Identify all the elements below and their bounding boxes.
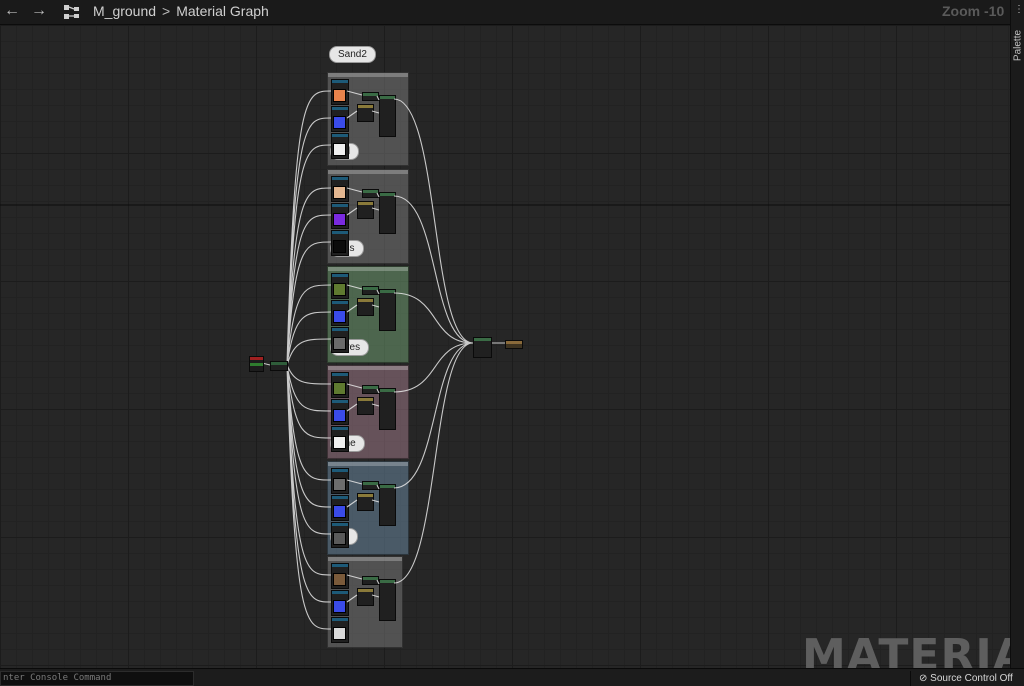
arrow-right-icon: → [31, 2, 47, 19]
wire [261, 90, 505, 630]
blend-node[interactable] [473, 337, 492, 358]
console-input[interactable]: nter Console Command [0, 671, 194, 686]
graph-canvas[interactable]: Sand2 nd ass aves one ck MATERIAL [0, 25, 1010, 668]
graph-toolbar: ← → M_ground > Material Graph Zoom -10 [0, 0, 1024, 25]
graph-icon [64, 5, 79, 19]
forward-button[interactable]: → [29, 2, 49, 20]
material-watermark: MATERIAL [802, 630, 1010, 668]
reroute-node[interactable] [270, 361, 288, 371]
breadcrumb-separator: > [162, 3, 171, 19]
breadcrumb: M_ground > Material Graph [93, 2, 269, 20]
output-node[interactable] [505, 340, 523, 349]
zoom-level: Zoom -10 [942, 3, 1005, 19]
status-bar: nter Console Command ⊘ Source Control Of… [0, 668, 1024, 686]
palette-tab[interactable]: ⋮ Palette [1010, 0, 1024, 668]
menu-icon: ⋮ [1014, 4, 1024, 15]
palette-label: Palette [1012, 29, 1024, 62]
back-button[interactable]: ← [2, 2, 22, 20]
breadcrumb-graph: Material Graph [176, 3, 269, 19]
source-control-label: Source Control Off [930, 673, 1013, 684]
source-control-button[interactable]: ⊘ Source Control Off [910, 671, 1024, 686]
arrow-left-icon: ← [4, 2, 20, 19]
no-entry-icon: ⊘ [919, 673, 928, 684]
parameter-node[interactable] [249, 356, 264, 372]
breadcrumb-asset[interactable]: M_ground [93, 3, 156, 19]
